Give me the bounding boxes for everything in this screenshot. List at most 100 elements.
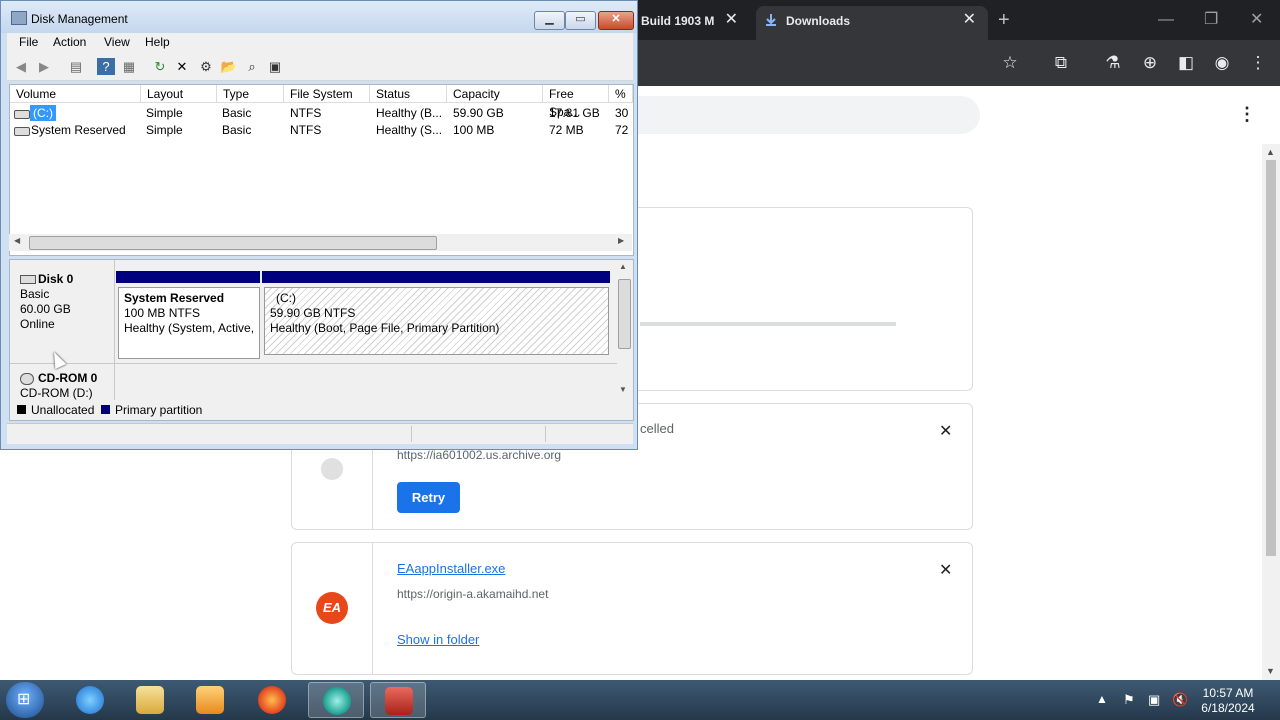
vertical-scroll-thumb[interactable] bbox=[618, 279, 631, 349]
disk-0-label[interactable]: Disk 0 Basic 60.00 GB Online bbox=[10, 272, 114, 332]
page-scroll-thumb[interactable] bbox=[1266, 160, 1276, 556]
open-folder-icon[interactable]: 📂 bbox=[220, 58, 238, 75]
scroll-up-icon[interactable]: ▲ bbox=[619, 262, 627, 271]
back-icon[interactable]: ◀ bbox=[12, 58, 30, 75]
refresh-icon[interactable]: ↻ bbox=[151, 58, 169, 75]
menu-icon[interactable]: ⋮ bbox=[1247, 52, 1269, 74]
menu-view[interactable]: View bbox=[104, 35, 130, 49]
tab-close-icon[interactable]: ✕ bbox=[725, 6, 738, 34]
column-header-type[interactable]: Type bbox=[217, 85, 284, 103]
chrome-minimize-button[interactable]: — bbox=[1158, 8, 1174, 32]
tab-downloads[interactable]: Downloads ✕ bbox=[756, 6, 988, 40]
chrome-close-button[interactable]: ✕ bbox=[1250, 8, 1263, 32]
scroll-right-icon[interactable]: ▶ bbox=[618, 236, 624, 245]
star-icon[interactable]: ☆ bbox=[999, 52, 1021, 74]
network-icon[interactable]: ▣ bbox=[1148, 692, 1160, 708]
volume-list: Volume Layout Type File System Status Ca… bbox=[9, 84, 634, 256]
download-url: https://origin-a.akamaihd.net bbox=[397, 587, 549, 601]
taskbar-firefox[interactable] bbox=[244, 682, 300, 718]
clock-time: 10:57 AM bbox=[1202, 686, 1254, 700]
partition-system-reserved[interactable]: System Reserved 100 MB NTFS Healthy (Sys… bbox=[118, 287, 260, 359]
menu-help[interactable]: Help bbox=[145, 35, 170, 49]
remove-download-icon[interactable]: ✕ bbox=[939, 421, 952, 441]
disk-management-icon bbox=[11, 11, 27, 25]
retry-button[interactable]: Retry bbox=[397, 482, 460, 513]
delete-icon[interactable]: ✕ bbox=[173, 58, 191, 75]
title-bar[interactable]: Disk Management ▁ ▭ ✕ bbox=[1, 1, 637, 33]
disk-icon[interactable]: ▣ bbox=[266, 58, 284, 75]
extensions-icon[interactable]: ⧉ bbox=[1050, 52, 1072, 74]
taskbar-file-explorer[interactable] bbox=[122, 682, 178, 718]
partition-c[interactable]: (C:) 59.90 GB NTFS Healthy (Boot, Page F… bbox=[264, 287, 609, 355]
volume-muted-icon[interactable]: 🔇 bbox=[1172, 692, 1188, 708]
volume-name[interactable]: (C:) bbox=[30, 105, 56, 121]
cdrom-0-label[interactable]: CD-ROM 0 CD-ROM (D:) bbox=[10, 371, 114, 401]
partition-name: (C:) bbox=[276, 291, 296, 305]
show-in-folder-link[interactable]: Show in folder bbox=[397, 632, 479, 647]
column-header-volume[interactable]: Volume bbox=[10, 85, 141, 103]
volume-icon bbox=[14, 110, 30, 119]
window-title: Disk Management bbox=[31, 12, 128, 26]
disk-management-window: Disk Management ▁ ▭ ✕ File Action View H… bbox=[0, 0, 638, 450]
partition-size: 100 MB NTFS bbox=[124, 306, 201, 320]
horizontal-scrollbar[interactable]: ◀ ▶ bbox=[9, 234, 632, 251]
new-tab-button[interactable]: + bbox=[998, 8, 1010, 32]
toolbox-icon bbox=[385, 687, 413, 715]
column-header-file-system[interactable]: File System bbox=[284, 85, 370, 103]
scroll-up-icon[interactable]: ▲ bbox=[1266, 147, 1275, 157]
taskbar-internet-explorer[interactable] bbox=[62, 682, 118, 718]
close-button[interactable]: ✕ bbox=[598, 11, 634, 30]
menu-action[interactable]: Action bbox=[53, 35, 86, 49]
search-icon[interactable]: ⌕ bbox=[243, 58, 261, 75]
forward-icon[interactable]: ▶ bbox=[35, 58, 53, 75]
maximize-button[interactable]: ▭ bbox=[565, 11, 596, 30]
column-header-layout[interactable]: Layout bbox=[141, 85, 217, 103]
settings-icon[interactable]: ⚙ bbox=[197, 58, 215, 75]
scroll-down-icon[interactable]: ▼ bbox=[1266, 666, 1275, 676]
taskbar-computer-management[interactable] bbox=[370, 682, 426, 718]
taskbar-chrome-app[interactable] bbox=[308, 682, 364, 718]
chrome-restore-button[interactable]: ❐ bbox=[1204, 8, 1218, 32]
minimize-button[interactable]: ▁ bbox=[534, 11, 565, 30]
legend-swatch-primary bbox=[101, 405, 110, 414]
help-icon[interactable]: ? bbox=[97, 58, 115, 75]
download-icon[interactable]: ⊕ bbox=[1139, 52, 1161, 74]
divider bbox=[411, 426, 412, 442]
disk-kind: Basic bbox=[20, 287, 50, 301]
sidebar-icon[interactable]: ◧ bbox=[1175, 52, 1197, 74]
browser-icon bbox=[323, 687, 351, 715]
properties-icon[interactable]: ▦ bbox=[120, 58, 138, 75]
profile-icon[interactable]: ◉ bbox=[1211, 52, 1233, 74]
percent-free-cell: 72 bbox=[615, 123, 629, 137]
taskbar-media-player[interactable] bbox=[182, 682, 238, 718]
tab-close-icon[interactable]: ✕ bbox=[963, 6, 976, 34]
menu-file[interactable]: File bbox=[19, 35, 38, 49]
column-header-capacity[interactable]: Capacity bbox=[447, 85, 543, 103]
layout-cell: Simple bbox=[146, 123, 183, 137]
tab-label: Build 1903 M bbox=[641, 14, 715, 28]
horizontal-scroll-thumb[interactable] bbox=[29, 236, 437, 250]
column-header-status[interactable]: Status bbox=[370, 85, 447, 103]
show-hidden-icons[interactable]: ▲ bbox=[1096, 692, 1108, 706]
legend: Unallocated Primary partition bbox=[9, 401, 632, 419]
percent-free-cell: 30 bbox=[615, 106, 629, 120]
clock[interactable]: 10:57 AM 6/18/2024 bbox=[1196, 686, 1260, 716]
column-header-free-space[interactable]: Free Spa... bbox=[543, 85, 609, 119]
volume-name[interactable]: System Reserved bbox=[31, 122, 126, 138]
download-filename-link[interactable]: EAappInstaller.exe bbox=[397, 561, 505, 576]
status-cell: Healthy (B... bbox=[376, 106, 443, 120]
volume-icon bbox=[14, 127, 30, 136]
status-bar bbox=[7, 423, 633, 444]
disk-icon bbox=[20, 275, 36, 284]
action-center-flag-icon[interactable]: ⚑ bbox=[1123, 692, 1135, 708]
menu-bar: File Action View Help bbox=[7, 33, 633, 53]
scroll-left-icon[interactable]: ◀ bbox=[14, 236, 20, 245]
fs-cell: NTFS bbox=[290, 123, 322, 137]
start-button[interactable]: ⊞ bbox=[6, 682, 44, 718]
console-tree-icon[interactable]: ▤ bbox=[67, 58, 85, 75]
scroll-down-icon[interactable]: ▼ bbox=[619, 385, 627, 394]
labs-icon[interactable]: ⚗ bbox=[1102, 52, 1124, 74]
remove-download-icon[interactable]: ✕ bbox=[939, 560, 952, 580]
more-actions-icon[interactable]: ⋮ bbox=[1238, 104, 1256, 125]
column-header-percent-free[interactable]: % F bbox=[609, 85, 633, 103]
